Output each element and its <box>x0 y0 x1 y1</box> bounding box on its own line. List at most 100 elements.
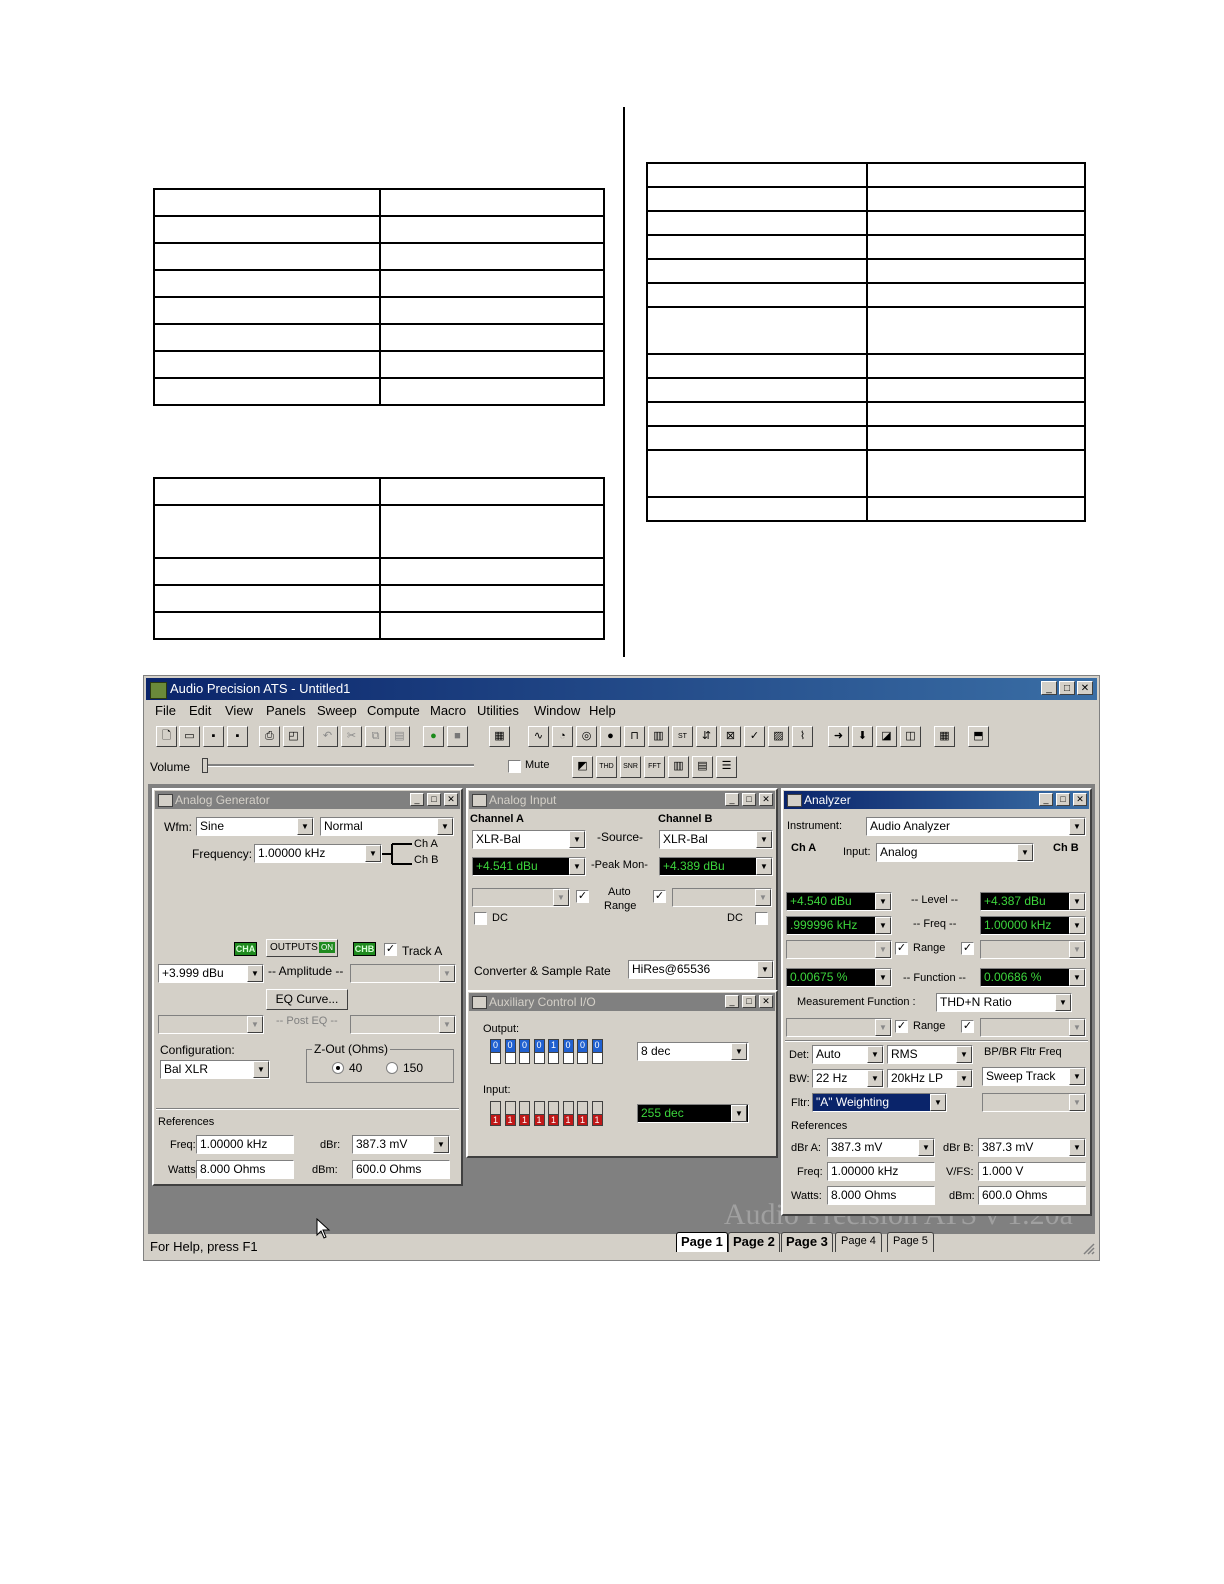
chevron-down-icon[interactable]: ▼ <box>553 889 569 906</box>
watts-input[interactable]: 8.000 Ohms <box>196 1160 294 1179</box>
analyzer-titlebar[interactable]: Analyzer _ □ ✕ <box>784 791 1089 809</box>
window-titlebar[interactable]: Audio Precision ATS - Untitled1 _ □ ✕ <box>146 678 1097 700</box>
chevron-down-icon[interactable]: ▼ <box>297 818 313 835</box>
chevron-down-icon[interactable]: ▼ <box>875 1019 891 1036</box>
chevron-down-icon[interactable]: ▼ <box>867 1046 883 1063</box>
close-icon[interactable]: ✕ <box>759 793 773 806</box>
cursor-icon[interactable]: ⇵ <box>696 726 717 747</box>
track-a-checkbox[interactable]: ✓ <box>384 943 397 956</box>
chevron-down-icon[interactable]: ▼ <box>756 831 772 848</box>
chevron-down-icon[interactable]: ▼ <box>1069 1019 1085 1036</box>
analyzer-dbm-input[interactable]: 600.0 Ohms <box>978 1186 1086 1205</box>
chart-icon[interactable]: ▨ <box>768 726 789 747</box>
chevron-down-icon[interactable]: ▼ <box>930 1094 946 1111</box>
volume-slider-thumb[interactable] <box>202 758 208 773</box>
chevron-down-icon[interactable]: ▼ <box>569 858 585 875</box>
close-icon[interactable]: ✕ <box>444 793 458 806</box>
tab-page-3[interactable]: Page 3 <box>781 1232 833 1252</box>
report-icon[interactable]: ⬒ <box>968 726 989 747</box>
chevron-down-icon[interactable]: ▼ <box>365 845 381 862</box>
output-bit-7[interactable]: 0 <box>591 1039 603 1064</box>
maximize-icon[interactable]: □ <box>427 793 441 806</box>
chb-output-button[interactable]: CHB <box>353 942 376 956</box>
level-range-a-checkbox[interactable]: ✓ <box>895 942 908 955</box>
chevron-down-icon[interactable]: ▼ <box>1069 969 1085 986</box>
cha-output-button[interactable]: CHA <box>234 942 257 956</box>
tab-page-2[interactable]: Page 2 <box>728 1232 780 1252</box>
output-bit-3[interactable]: 0 <box>533 1039 545 1064</box>
chevron-down-icon[interactable]: ▼ <box>1069 893 1085 910</box>
paste-icon[interactable]: ▤ <box>389 726 410 747</box>
stop-icon[interactable]: ■ <box>447 726 468 747</box>
table-view-icon[interactable]: ◫ <box>900 726 921 747</box>
snr-view-icon[interactable]: SNR <box>620 756 641 778</box>
list-view-icon[interactable]: ☰ <box>716 756 737 778</box>
output-bit-2[interactable]: 0 <box>519 1039 530 1064</box>
menu-window[interactable]: Window <box>534 703 580 718</box>
menu-macro[interactable]: Macro <box>430 703 466 718</box>
chevron-down-icon[interactable]: ▼ <box>247 965 263 982</box>
output-bit-4[interactable]: 1 <box>548 1039 559 1064</box>
dbm-input[interactable]: 600.0 Ohms <box>352 1160 450 1179</box>
minimize-icon[interactable]: _ <box>1041 681 1057 695</box>
chevron-down-icon[interactable]: ▼ <box>918 1139 934 1156</box>
thd-view-icon[interactable]: THD <box>596 756 617 778</box>
edit-graph-icon[interactable]: ⌇ <box>792 726 813 747</box>
chevron-down-icon[interactable]: ▼ <box>253 1061 269 1078</box>
multitone-view-icon[interactable]: ▥ <box>668 756 689 778</box>
close-icon[interactable]: ✕ <box>759 995 773 1008</box>
chevron-down-icon[interactable]: ▼ <box>1069 1139 1085 1156</box>
scope-icon[interactable]: ⊠ <box>720 726 741 747</box>
maximize-icon[interactable]: □ <box>742 995 756 1008</box>
chevron-down-icon[interactable]: ▼ <box>956 1070 972 1087</box>
chevron-down-icon[interactable]: ▼ <box>1017 844 1033 861</box>
aux-titlebar[interactable]: Auxiliary Control I/O _ □ ✕ <box>469 993 775 1011</box>
graph-view-icon[interactable]: ◩ <box>572 756 593 778</box>
analyzer-icon[interactable]: ◎ <box>576 726 597 747</box>
menu-help[interactable]: Help <box>589 703 616 718</box>
output-bit-5[interactable]: 0 <box>562 1039 574 1064</box>
new-file-icon[interactable]: 🗋 <box>156 726 177 747</box>
tab-page-1[interactable]: Page 1 <box>676 1232 728 1252</box>
volume-slider[interactable] <box>204 764 474 767</box>
resize-grip-icon[interactable] <box>1082 1242 1095 1255</box>
auto-range-a-checkbox[interactable]: ✓ <box>576 890 589 903</box>
cut-icon[interactable]: ✂ <box>341 726 362 747</box>
level-range-b-checkbox[interactable]: ✓ <box>961 942 974 955</box>
menu-utilities[interactable]: Utilities <box>477 703 519 718</box>
waveform-mode-select[interactable]: Normal <box>320 817 454 836</box>
freq-ref-input[interactable]: 1.00000 kHz <box>827 1162 935 1181</box>
instrument-select[interactable]: Audio Analyzer <box>866 817 1086 836</box>
eq-curve-button[interactable]: EQ Curve... <box>266 989 348 1010</box>
chevron-down-icon[interactable]: ▼ <box>439 965 455 982</box>
import-icon[interactable]: ⬇ <box>852 726 873 747</box>
chevron-down-icon[interactable]: ▼ <box>433 1136 449 1153</box>
outputs-button[interactable]: OUTPUTS ON <box>266 939 338 957</box>
dsp-icon[interactable]: ● <box>600 726 621 747</box>
chevron-down-icon[interactable]: ▼ <box>875 969 891 986</box>
output-bit-0[interactable]: 0 <box>490 1039 501 1064</box>
menu-file[interactable]: File <box>155 703 176 718</box>
chevron-down-icon[interactable]: ▼ <box>875 917 891 934</box>
meter-icon[interactable]: ◔ <box>552 726 573 747</box>
maximize-icon[interactable]: □ <box>1056 793 1070 806</box>
minimize-icon[interactable]: _ <box>1039 793 1053 806</box>
save-all-icon[interactable]: ▪ <box>227 726 248 747</box>
maximize-icon[interactable]: □ <box>1059 681 1075 695</box>
go-icon[interactable]: ● <box>423 726 444 747</box>
output-bit-1[interactable]: 0 <box>504 1039 516 1064</box>
minimize-icon[interactable]: _ <box>725 793 739 806</box>
dc-a-checkbox[interactable] <box>474 912 487 925</box>
converter-select[interactable]: HiRes@65536 <box>628 960 774 979</box>
chevron-down-icon[interactable]: ▼ <box>439 1016 455 1033</box>
auto-range-b-checkbox[interactable]: ✓ <box>653 890 666 903</box>
generator-icon[interactable]: ∿ <box>528 726 549 747</box>
input-titlebar[interactable]: Analog Input _ □ ✕ <box>469 791 775 809</box>
vfs-input[interactable]: 1.000 V <box>978 1162 1086 1181</box>
chevron-down-icon[interactable]: ▼ <box>1069 917 1085 934</box>
panel-icon[interactable]: ▦ <box>489 726 510 747</box>
chevron-down-icon[interactable]: ▼ <box>1069 1068 1085 1085</box>
fft-view-icon[interactable]: FFT <box>644 756 665 778</box>
z-out-150-radio[interactable] <box>386 1062 398 1074</box>
chevron-down-icon[interactable]: ▼ <box>756 858 772 875</box>
